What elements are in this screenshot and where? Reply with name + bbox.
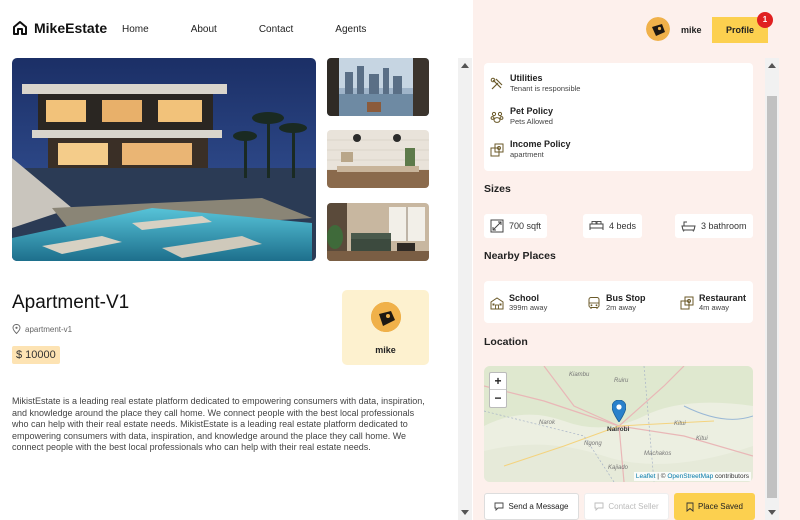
paw-icon: [490, 111, 504, 123]
agent-card[interactable]: mike: [342, 290, 429, 365]
policies-card: Utilities Tenant is responsible Pet Poli…: [484, 63, 753, 171]
agent-avatar: [371, 302, 401, 332]
bath-icon: [681, 221, 696, 232]
top-nav: Home About Contact Agents: [122, 24, 408, 35]
nav-agents[interactable]: Agents: [335, 24, 366, 35]
policy-income: Income Policy apartment: [490, 139, 571, 159]
size-beds-label: 4 beds: [609, 221, 637, 231]
user-name[interactable]: mike: [681, 25, 702, 35]
nearby-distance: 399m away: [509, 303, 548, 312]
nearby-bus-stop: Bus Stop 2m away: [587, 293, 646, 312]
map-place-label: Kajiado: [608, 465, 629, 471]
nearby-heading: Nearby Places: [484, 250, 556, 262]
policy-title: Utilities: [510, 73, 543, 83]
sizes-heading: Sizes: [484, 183, 511, 195]
size-bathrooms: 3 bathroom: [675, 214, 753, 238]
right-scrollbar[interactable]: [765, 58, 779, 520]
send-message-button[interactable]: Send a Message: [484, 493, 579, 520]
brand-name: MikeEstate: [34, 20, 108, 36]
nearby-title: School: [509, 293, 540, 303]
attribution-separator: | ©: [655, 473, 668, 480]
listing-address: apartment-v1: [12, 324, 72, 334]
chat-icon: [495, 502, 504, 511]
user-avatar[interactable]: [646, 17, 670, 41]
zoom-in-button[interactable]: +: [490, 373, 506, 390]
restaurant-icon: [680, 296, 694, 309]
nav-home[interactable]: Home: [122, 24, 149, 35]
policy-utilities: Utilities Tenant is responsible: [490, 73, 580, 93]
policy-title: Pet Policy: [510, 106, 554, 116]
map-place-label: Ruiru: [614, 378, 629, 384]
map-zoom-control: + −: [489, 372, 507, 408]
main-property-image[interactable]: [12, 58, 316, 261]
bus-icon: [588, 296, 600, 309]
map-attribution: Leaflet | © OpenStreetMap contributors: [633, 472, 751, 481]
policy-subtitle: Pets Allowed: [510, 117, 553, 126]
policy-title: Income Policy: [510, 139, 571, 149]
place-saved-button[interactable]: Place Saved: [674, 493, 755, 520]
attribution-contributors: contributors: [713, 473, 749, 480]
nav-about[interactable]: About: [191, 24, 217, 35]
notification-badge: 1: [757, 12, 773, 28]
osm-link[interactable]: OpenStreetMap: [667, 473, 713, 480]
map-place-label: Kiambu: [569, 372, 590, 378]
listing-main: MikeEstate Home About Contact Agents Apa…: [0, 0, 472, 520]
nearby-restaurant: Restaurant 4m away: [680, 293, 746, 312]
details-panel: mike Profile 1 Utilities Tenant is respo…: [473, 0, 800, 520]
map-place-label: Kitui: [674, 421, 686, 427]
map-place-label: Ngong: [584, 441, 602, 447]
leaflet-link[interactable]: Leaflet: [636, 473, 656, 480]
policy-subtitle: Tenant is responsible: [510, 84, 581, 93]
chat-icon: [594, 502, 604, 511]
listing-title: Apartment-V1: [12, 292, 130, 313]
map-place-label: Kitui: [696, 436, 708, 442]
location-heading: Location: [484, 336, 528, 348]
scroll-up-icon[interactable]: [461, 63, 469, 68]
nearby-title: Bus Stop: [606, 293, 646, 303]
gallery-thumb-1[interactable]: [327, 58, 429, 116]
map-city-label: Nairobi: [607, 426, 630, 433]
nav-contact[interactable]: Contact: [259, 24, 293, 35]
listing-price: $ 10000: [12, 346, 60, 364]
listing-address-text: apartment-v1: [25, 324, 73, 334]
agent-name: mike: [375, 345, 396, 355]
map-place-label: Machakos: [644, 451, 672, 457]
zoom-out-button[interactable]: −: [490, 390, 506, 407]
policy-pets: Pet Policy Pets Allowed: [490, 106, 553, 126]
size-beds: 4 beds: [583, 214, 643, 238]
house-logo-icon: [13, 21, 27, 35]
left-scrollbar[interactable]: [458, 58, 472, 520]
contact-seller-label: Contact Seller: [608, 502, 659, 511]
bed-icon: [589, 221, 604, 230]
policy-subtitle: apartment: [510, 150, 544, 159]
nearby-distance: 4m away: [699, 303, 730, 312]
scroll-down-icon[interactable]: [461, 510, 469, 515]
size-area-label: 700 sqft: [509, 221, 542, 231]
nearby-school: School 399m away: [490, 293, 547, 312]
nearby-distance: 2m away: [606, 303, 637, 312]
tools-icon: [490, 77, 503, 90]
gallery-thumb-3[interactable]: [327, 203, 429, 261]
brand-logo[interactable]: MikeEstate: [12, 20, 107, 36]
size-bathrooms-label: 3 bathroom: [701, 221, 747, 231]
scrollbar-thumb[interactable]: [767, 96, 777, 498]
send-message-label: Send a Message: [508, 502, 569, 511]
area-icon: [490, 219, 504, 233]
location-map[interactable]: Kiambu Ruiru Ngong Narok Kitui Kitui Kaj…: [484, 366, 753, 482]
scroll-down-icon[interactable]: [768, 510, 776, 515]
location-pin-icon: [12, 324, 21, 334]
scroll-up-icon[interactable]: [768, 63, 776, 68]
listing-description: MikistEstate is a leading real estate pl…: [12, 396, 425, 453]
money-icon: [490, 143, 504, 157]
nearby-title: Restaurant: [699, 293, 747, 303]
contact-seller-button[interactable]: Contact Seller: [584, 493, 669, 520]
nearby-card: School 399m away Bus Stop 2m away Restau…: [484, 281, 753, 323]
bookmark-icon: [686, 502, 694, 512]
gallery-thumb-2[interactable]: [327, 130, 429, 188]
map-marker-icon[interactable]: [612, 400, 626, 422]
size-area: 700 sqft: [484, 214, 548, 238]
map-place-label: Narok: [539, 420, 556, 426]
place-saved-label: Place Saved: [698, 502, 743, 511]
school-icon: [490, 296, 504, 309]
